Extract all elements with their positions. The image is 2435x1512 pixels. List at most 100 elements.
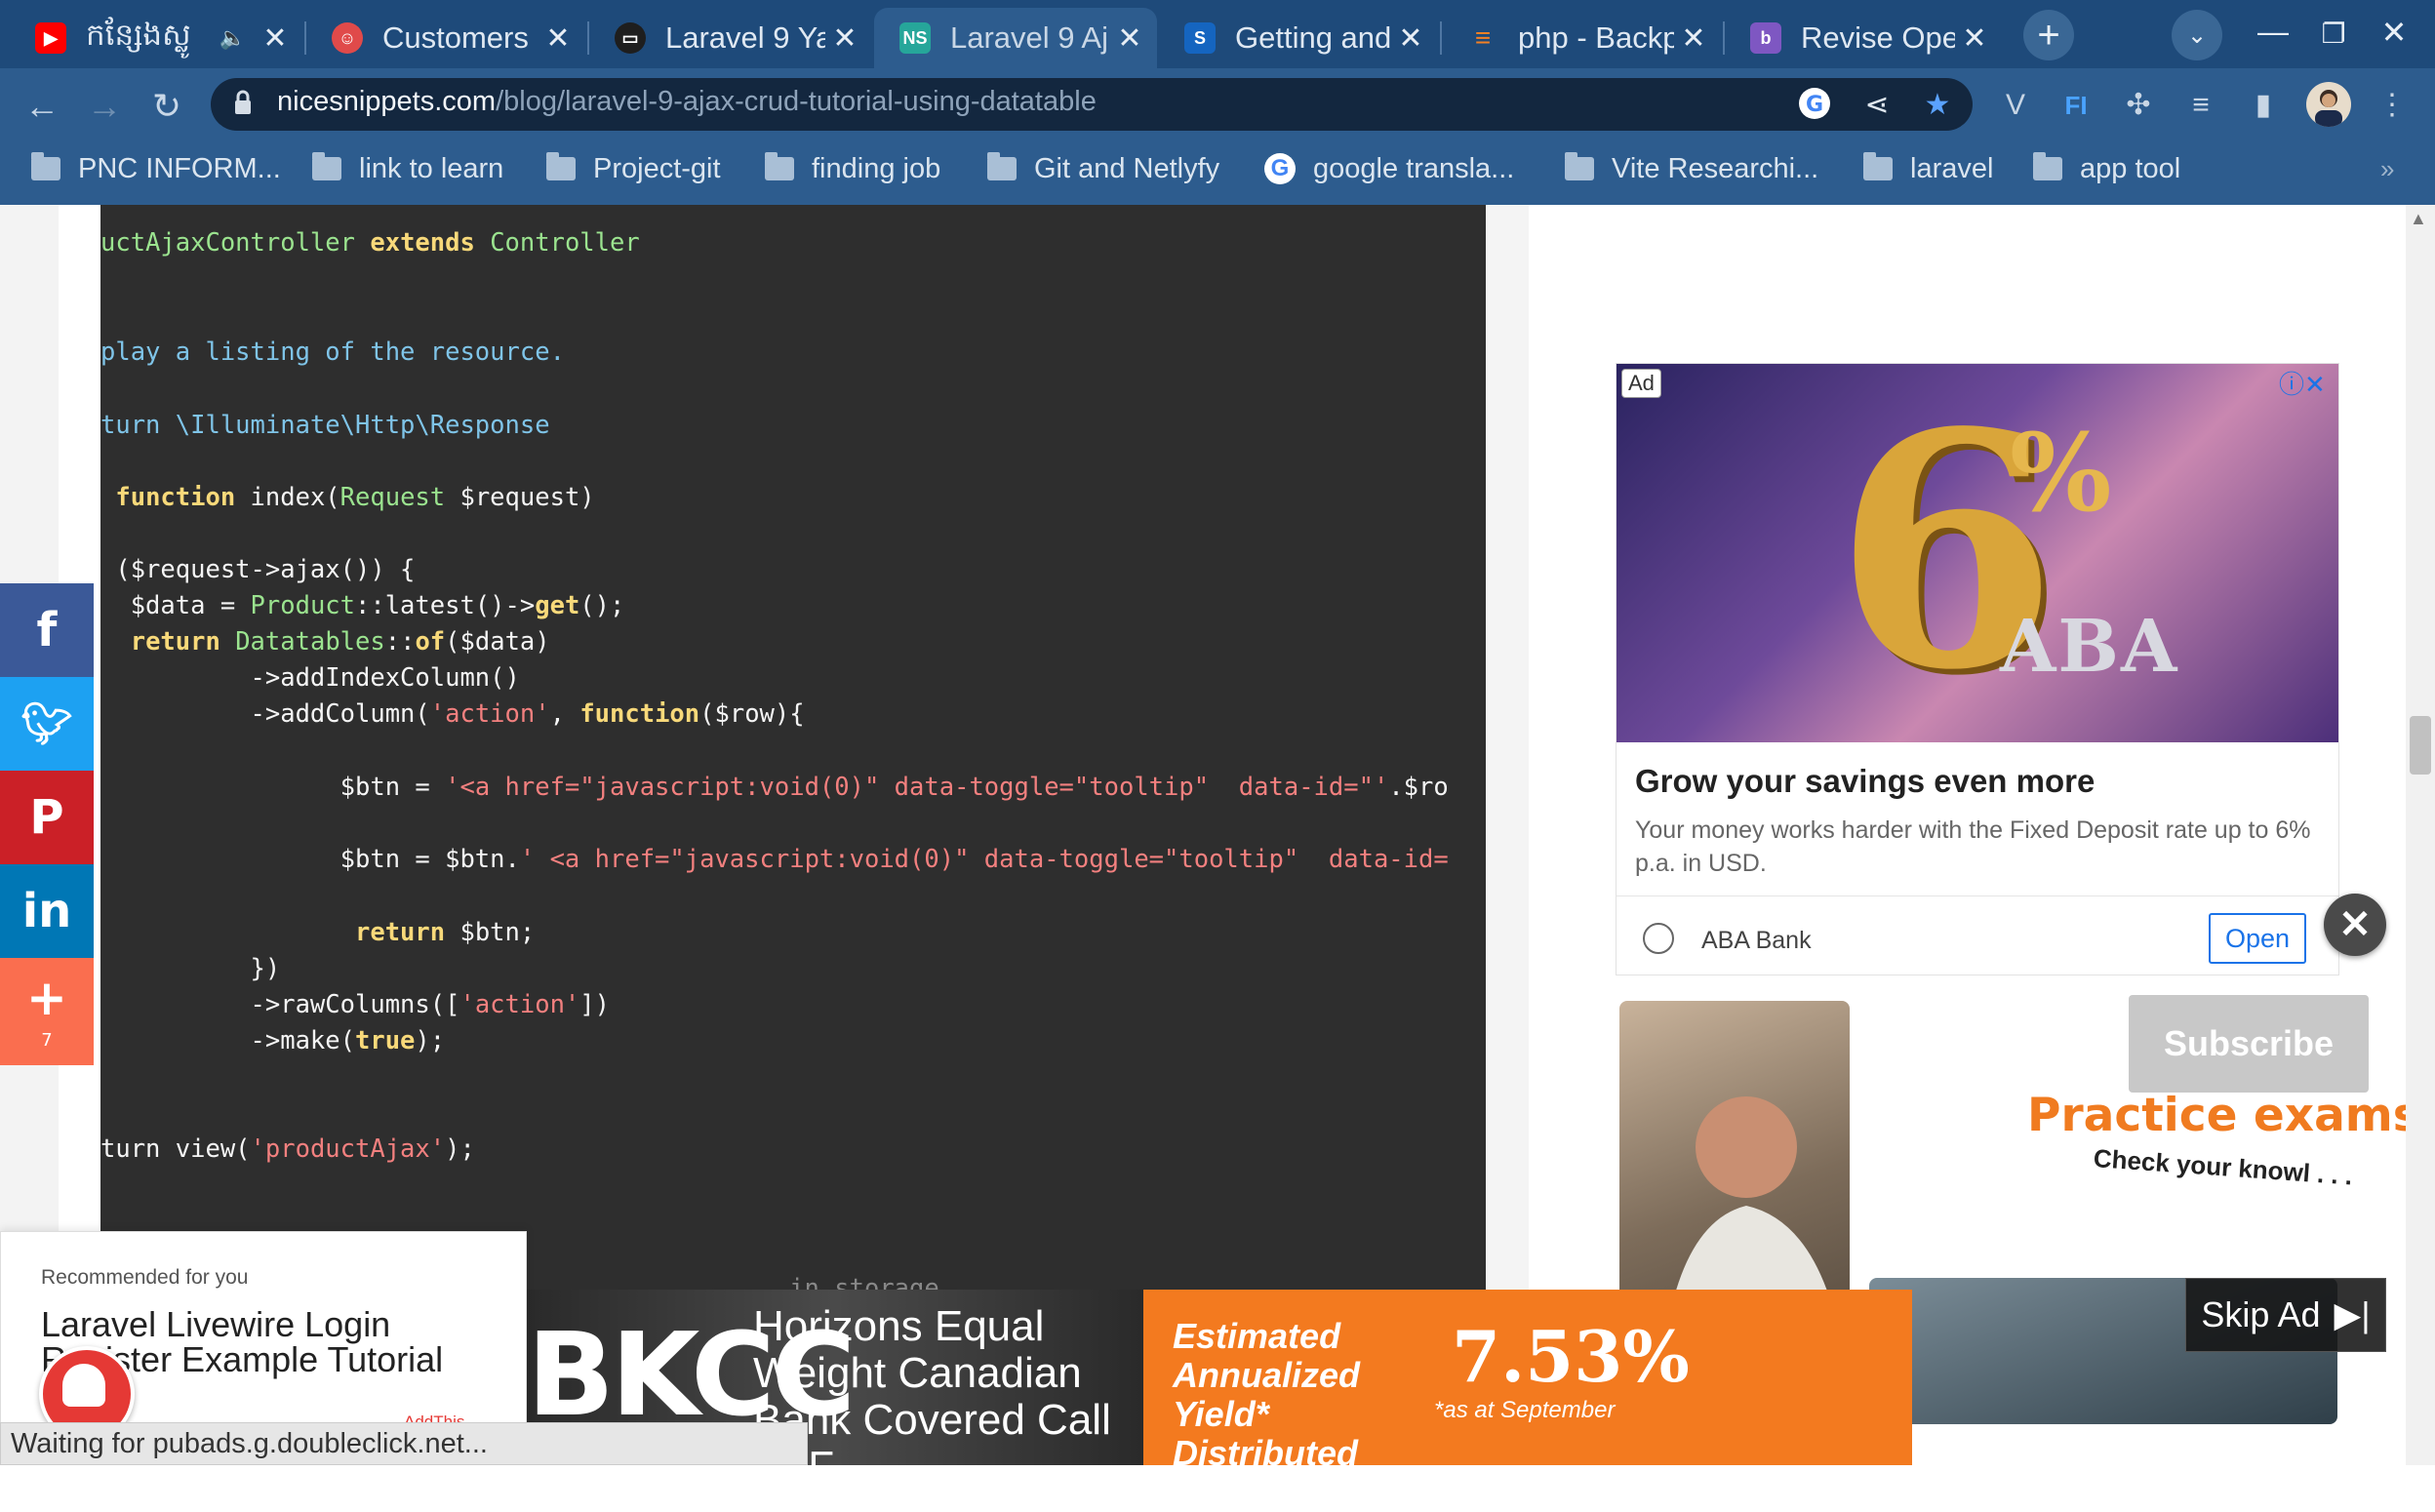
profile-avatar[interactable] — [2306, 82, 2351, 127]
scroll-up-icon[interactable]: ▲ — [2410, 209, 2427, 229]
code-line: ->rawColumns(['action']) — [100, 990, 611, 1019]
extensions-icon[interactable]: ✣ — [2117, 84, 2160, 127]
adchoices-icon[interactable]: ⓘ✕ — [2279, 365, 2326, 401]
forward-button[interactable]: → — [80, 82, 129, 131]
folder-icon — [546, 152, 576, 180]
bookmark-folder[interactable]: Project-git — [546, 148, 721, 189]
subscribe-button[interactable]: Subscribe — [2129, 995, 2369, 1093]
code-block[interactable]: uctAjaxController extends Controller pla… — [100, 205, 1486, 1290]
app-icon: ☺ — [332, 22, 363, 54]
scrollbar[interactable] — [2406, 205, 2435, 1465]
close-tab-icon[interactable]: ✕ — [256, 21, 295, 56]
bookmark-link[interactable]: Ggoogle transla... — [1264, 148, 1514, 189]
bookmark-label: Project-git — [593, 152, 721, 184]
tab-laravel-ya[interactable]: ▭ Laravel 9 Ya ✕ — [589, 8, 872, 68]
status-bar: Waiting for pubads.g.doubleclick.net... — [0, 1422, 808, 1465]
bookmark-star-icon[interactable]: ★ — [1918, 86, 1957, 125]
tab-title: Getting and — [1235, 20, 1391, 55]
tab-youtube[interactable]: ▶ កន្សែងស្លូ 🔈 ✕ — [10, 8, 302, 68]
s-icon: S — [1184, 22, 1216, 54]
tab-laravel-aj-active[interactable]: NS Laravel 9 Aj ✕ — [874, 8, 1157, 68]
b-icon: b — [1750, 22, 1781, 54]
ad-image-percent: % — [2010, 410, 2112, 536]
bookmark-label: Git and Netlyfy — [1034, 152, 1220, 184]
stackoverflow-icon: ≡ — [1474, 22, 1492, 53]
translate-extension-icon[interactable]: FI — [2055, 84, 2097, 127]
speaker-icon[interactable]: 🔈 — [220, 25, 246, 51]
tab-title: Laravel 9 Ya — [665, 20, 825, 55]
tab-title: Revise Oper — [1801, 20, 1955, 55]
bookmark-label: Vite Researchi... — [1612, 152, 1819, 184]
bookmark-folder[interactable]: laravel — [1863, 148, 1993, 189]
laptop-icon: ▭ — [615, 22, 646, 54]
ad-title[interactable]: Grow your savings even more — [1635, 763, 2095, 800]
code-line: ->make(true); — [100, 1026, 446, 1055]
banner-asat: *as at September — [1434, 1397, 1616, 1423]
code-line: }) — [100, 954, 281, 983]
bookmark-folder[interactable]: Vite Researchi... — [1565, 148, 1818, 189]
linkedin-share-button[interactable]: in — [0, 864, 94, 958]
bookmark-folder[interactable]: link to learn — [312, 148, 503, 189]
bookmark-folder[interactable]: Git and Netlyfy — [987, 148, 1219, 189]
skip-ad-button[interactable]: Skip Ad ▶| — [2185, 1278, 2386, 1352]
twitter-share-button[interactable]: 🐦︎ — [0, 677, 94, 771]
code-line: $btn = '<a href="javascript:void(0)" dat… — [100, 773, 1449, 802]
code-line: $data = Product::latest()->get(); — [100, 591, 625, 620]
divider — [1617, 895, 2338, 896]
close-tab-icon[interactable]: ✕ — [1955, 21, 1994, 56]
ad-body: Your money works harder with the Fixed D… — [1635, 816, 2311, 877]
more-bookmarks-icon[interactable]: » — [2380, 148, 2394, 189]
tab-getting-and[interactable]: S Getting and ✕ — [1159, 8, 1438, 68]
bell-shape — [62, 1364, 105, 1407]
tab-title: Customers : — [382, 20, 539, 55]
minimize-icon[interactable]: — — [2244, 14, 2302, 50]
bookmark-label: PNC INFORM... — [78, 152, 281, 184]
close-tab-icon[interactable]: ✕ — [539, 21, 578, 56]
back-button[interactable]: ← — [18, 82, 66, 131]
folder-icon — [1565, 152, 1594, 180]
close-tab-icon[interactable]: ✕ — [1674, 21, 1713, 56]
more-share-button[interactable]: + 7 — [0, 958, 94, 1065]
side-panel-icon[interactable]: ▮ — [2242, 84, 2285, 127]
close-tab-icon[interactable]: ✕ — [825, 21, 864, 56]
vimeo-extension-icon[interactable]: V — [1994, 84, 2037, 127]
folder-icon — [312, 152, 341, 180]
pinterest-share-button[interactable]: P — [0, 771, 94, 864]
close-window-icon[interactable]: ✕ — [2365, 14, 2423, 51]
scrollbar-thumb[interactable] — [2410, 716, 2431, 775]
banner-fund-name: Horizons Equal Weight Canadian Bank Cove… — [753, 1302, 1111, 1491]
share-icon[interactable]: ⋖ — [1857, 86, 1896, 125]
ad-open-button[interactable]: Open — [2209, 913, 2306, 964]
bookmark-folder[interactable]: finding job — [765, 148, 940, 189]
lock-icon[interactable] — [234, 90, 252, 115]
tab-customers[interactable]: ☺ Customers : ✕ — [306, 8, 585, 68]
facebook-share-button[interactable]: f — [0, 583, 94, 677]
reload-button[interactable]: ↻ — [142, 82, 191, 131]
url-text[interactable]: nicesnippets.com/blog/laravel-9-ajax-cru… — [277, 86, 1097, 118]
close-tab-icon[interactable]: ✕ — [1391, 21, 1430, 56]
bookmark-label: google transla... — [1313, 152, 1515, 184]
ad-tag: Ad — [1621, 369, 1661, 398]
code-line: ->addIndexColumn() — [100, 663, 520, 693]
folder-icon — [987, 152, 1017, 180]
media-icon[interactable]: ≡ — [2179, 84, 2222, 127]
folder-icon — [765, 152, 794, 180]
close-ad-icon[interactable]: ✕ — [2324, 894, 2386, 956]
code-line: play a listing of the resource. — [100, 338, 565, 367]
tab-revise-oper[interactable]: b Revise Oper ✕ — [1725, 8, 2002, 68]
bookmark-folder[interactable]: PNC INFORM... — [31, 148, 281, 189]
bookmark-folder[interactable]: app tool — [2033, 148, 2180, 189]
page-gutter — [1486, 205, 1529, 1465]
google-lens-icon[interactable]: G — [1795, 86, 1834, 125]
tab-search-button[interactable]: ⌄ — [2172, 10, 2222, 60]
code-line: turn \Illuminate\Http\Response — [100, 411, 550, 440]
new-tab-button[interactable]: + — [2023, 10, 2074, 60]
restore-icon[interactable]: ❐ — [2304, 18, 2363, 50]
url-path: /blog/laravel-9-ajax-crud-tutorial-using… — [496, 86, 1097, 117]
ad-image-brand: ABA — [2000, 605, 2179, 689]
close-tab-icon[interactable]: ✕ — [1110, 21, 1149, 56]
tab-title: Laravel 9 Aj — [950, 20, 1108, 55]
menu-icon[interactable]: ⋮ — [2371, 84, 2414, 127]
tab-php-backp[interactable]: ≡ php - Backp ✕ — [1442, 8, 1721, 68]
ns-icon: NS — [899, 22, 931, 54]
